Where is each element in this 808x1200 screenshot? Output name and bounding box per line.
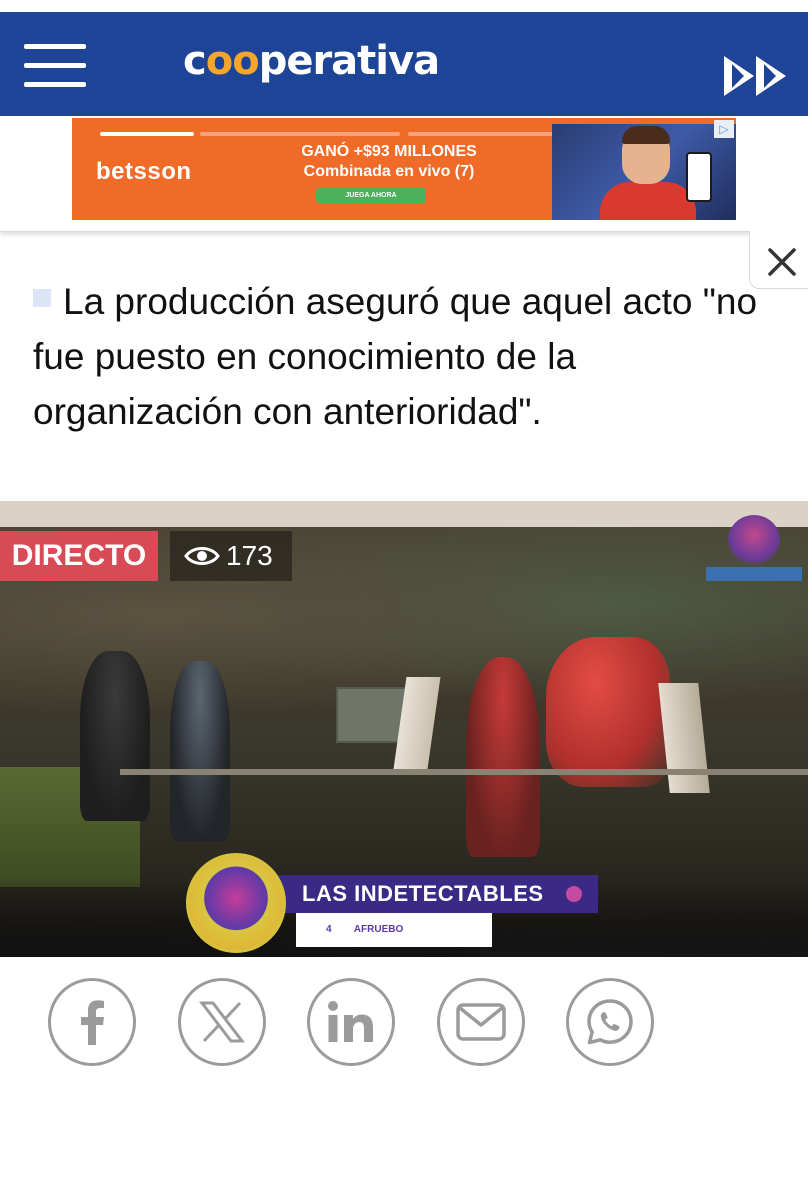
ad-choices-icon[interactable]: ▷	[714, 120, 734, 138]
ad-banner-container: betsson GANÓ +$93 MILLONES Combinada en …	[0, 116, 808, 232]
share-email-button[interactable]	[437, 978, 525, 1066]
whatsapp-icon	[587, 999, 633, 1045]
share-x-button[interactable]	[178, 978, 266, 1066]
show-dot	[566, 886, 582, 902]
ad-progress-bar	[200, 132, 400, 136]
eye-icon	[184, 547, 220, 565]
x-icon	[198, 1001, 246, 1043]
facebook-icon	[81, 1000, 104, 1045]
email-icon	[456, 1003, 506, 1041]
site-logo[interactable]: cooperativa	[183, 38, 440, 84]
share-linkedin-button[interactable]	[307, 978, 395, 1066]
share-whatsapp-button[interactable]	[566, 978, 654, 1066]
article-lead: La producción aseguró que aquel acto "no…	[33, 281, 758, 432]
ad-cta-button[interactable]: JUEGA AHORA	[316, 188, 426, 203]
linkedin-icon	[328, 1001, 373, 1042]
ad-brand: betsson	[96, 158, 192, 185]
show-lower-third: LAS INDETECTABLES 4 AFRUEBO	[186, 853, 606, 955]
show-subtitle: 4 AFRUEBO	[296, 913, 492, 947]
show-avatar	[186, 853, 286, 953]
hamburger-menu-icon[interactable]	[24, 42, 86, 90]
site-header: cooperativa	[0, 12, 808, 116]
ad-photo	[552, 124, 736, 220]
ad-headline: GANÓ +$93 MILLONES Combinada en vivo (7)	[301, 143, 477, 180]
live-video-player[interactable]: DIRECTO 173 LAS INDETECTABLES 4 AFRUEBO	[0, 501, 808, 957]
viewer-count: 173	[170, 531, 292, 581]
share-facebook-button[interactable]	[48, 978, 136, 1066]
ad-banner[interactable]: betsson GANÓ +$93 MILLONES Combinada en …	[72, 118, 736, 220]
live-badge: DIRECTO	[0, 531, 158, 581]
fast-forward-icon[interactable]	[722, 54, 788, 98]
show-name: LAS INDETECTABLES	[278, 875, 598, 913]
status-strip	[0, 0, 808, 12]
share-bar	[48, 978, 668, 1068]
ad-progress-bar	[100, 132, 194, 136]
channel-logo	[704, 509, 804, 589]
